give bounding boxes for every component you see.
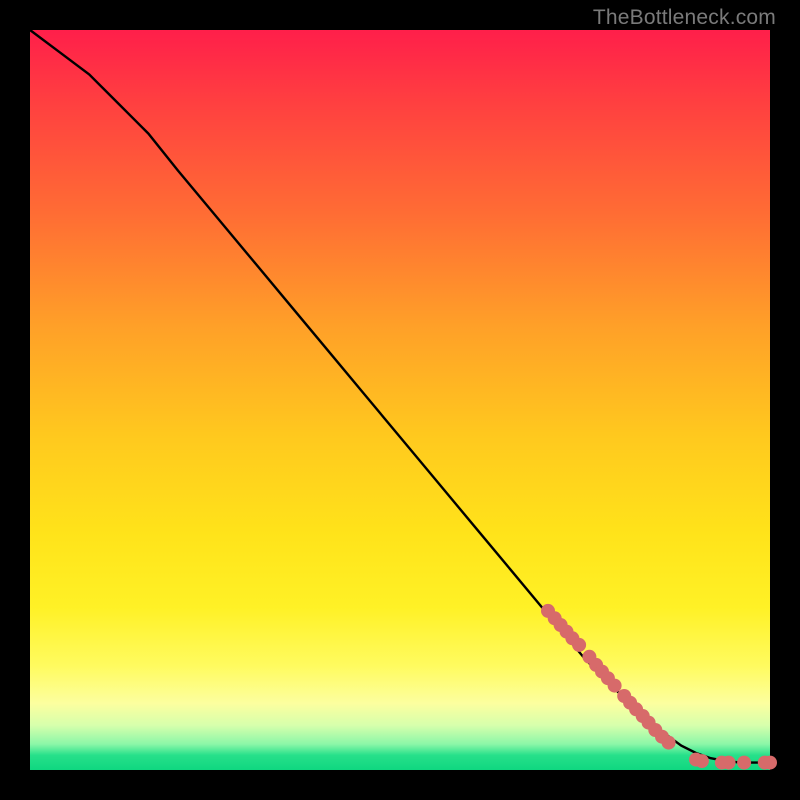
data-dot — [608, 679, 622, 693]
watermark-text: TheBottleneck.com — [593, 6, 776, 30]
chart-frame: TheBottleneck.com — [0, 0, 800, 800]
data-dot — [763, 756, 777, 770]
plot-area — [30, 30, 770, 770]
data-dot — [572, 638, 586, 652]
data-dot — [722, 756, 736, 770]
data-dot — [695, 754, 709, 768]
data-dot — [662, 736, 676, 750]
data-dots — [541, 604, 777, 770]
chart-svg — [30, 30, 770, 770]
data-dot — [737, 756, 751, 770]
curve-line — [30, 30, 770, 763]
